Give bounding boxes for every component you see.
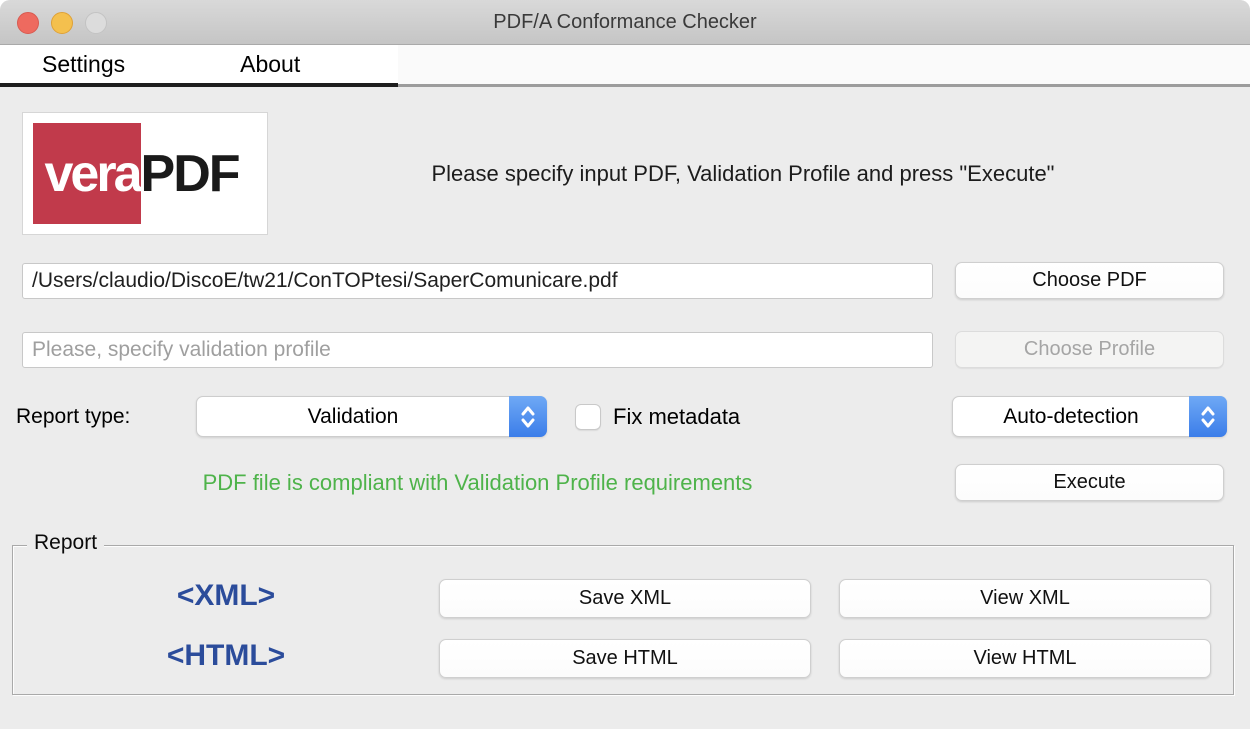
- report-type-selected-value: Validation: [197, 405, 509, 429]
- flavour-select[interactable]: Auto-detection: [952, 396, 1227, 437]
- xml-format-label: <XML>: [101, 576, 351, 616]
- instruction-text: Please specify input PDF, Validation Pro…: [268, 112, 1218, 235]
- menu-settings[interactable]: Settings: [42, 51, 125, 78]
- chevron-up-down-icon: [509, 396, 547, 437]
- app-window: PDF/A Conformance Checker Settings About…: [0, 0, 1250, 729]
- zoom-button: [85, 12, 107, 34]
- save-html-button[interactable]: Save HTML: [439, 639, 811, 678]
- logo-white-panel: PDF: [141, 123, 257, 224]
- report-type-label: Report type:: [16, 396, 130, 437]
- compliance-status-text: PDF file is compliant with Validation Pr…: [22, 464, 933, 501]
- report-group-title: Report: [27, 531, 104, 555]
- validation-profile-input[interactable]: [22, 332, 933, 368]
- verapdf-logo: vera PDF: [22, 112, 268, 235]
- chevron-up-down-icon: [1189, 396, 1227, 437]
- execute-button[interactable]: Execute: [955, 464, 1224, 501]
- minimize-button[interactable]: [51, 12, 73, 34]
- choose-profile-button: Choose Profile: [955, 331, 1224, 368]
- menu-bar-active-area: Settings About: [0, 45, 398, 87]
- close-button[interactable]: [17, 12, 39, 34]
- menu-bar: Settings About: [0, 45, 1250, 87]
- title-bar: PDF/A Conformance Checker: [0, 0, 1250, 45]
- menu-about[interactable]: About: [240, 51, 300, 78]
- report-type-select[interactable]: Validation: [196, 396, 547, 437]
- fix-metadata-label: Fix metadata: [613, 396, 740, 437]
- choose-pdf-button[interactable]: Choose PDF: [955, 262, 1224, 299]
- html-format-label: <HTML>: [101, 636, 351, 676]
- save-xml-button[interactable]: Save XML: [439, 579, 811, 618]
- logo-text-pdf: PDF: [141, 144, 239, 204]
- report-group: Report <XML> Save XML View XML <HTML> Sa…: [12, 545, 1234, 695]
- logo-red-panel: vera: [33, 123, 141, 224]
- pdf-path-input[interactable]: [22, 263, 933, 299]
- logo-text-vera: vera: [45, 144, 141, 204]
- view-html-button[interactable]: View HTML: [839, 639, 1211, 678]
- view-xml-button[interactable]: View XML: [839, 579, 1211, 618]
- window-title: PDF/A Conformance Checker: [0, 0, 1250, 45]
- fix-metadata-checkbox[interactable]: [575, 404, 601, 430]
- flavour-selected-value: Auto-detection: [953, 405, 1189, 429]
